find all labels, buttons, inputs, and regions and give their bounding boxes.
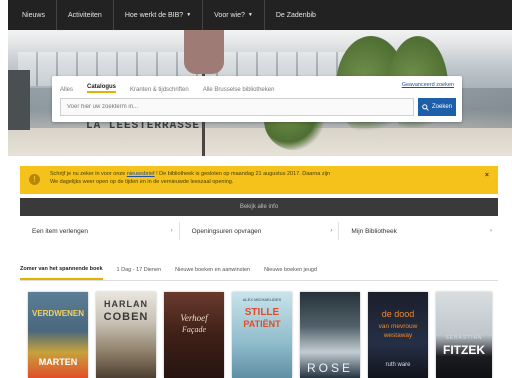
search-tab-catalogus[interactable]: Catalogus [87, 84, 117, 93]
hero-shadow [8, 70, 30, 130]
notice-text: Schrijf je nu zeker in voor onze [50, 171, 126, 177]
book-author: Verhoef [180, 313, 208, 323]
advanced-search-link[interactable]: Geavanceerd zoeken [402, 82, 454, 88]
book-title: Façade [182, 325, 206, 334]
search-tab-alles[interactable]: Alles [60, 87, 73, 93]
search-input[interactable] [60, 98, 414, 116]
notice-banner: ! Schrijf je nu zeker in voor onze nieuw… [20, 166, 498, 194]
book-title: van mevrouw westaway [378, 323, 418, 339]
book-author: ALEX MICHAELIDES [242, 297, 282, 302]
quick-link-label: Mijn Bibliotheek [351, 227, 397, 235]
nav-item-label: Nieuws [22, 11, 45, 19]
top-navigation: Nieuws Activiteiten Hoe werkt de BIB? ▼ V… [8, 0, 512, 30]
search-button[interactable]: Zoeken [418, 98, 456, 116]
nav-item-zadenbib[interactable]: De Zadenbib [276, 0, 327, 30]
search-icon [422, 103, 429, 111]
nav-item-hoe-werkt[interactable]: Hoe werkt de BIB? ▼ [124, 0, 204, 30]
book-title: PATIËNT [243, 319, 281, 329]
hero-parasol [184, 30, 224, 74]
nav-item-label: Hoe werkt de BIB? [124, 11, 184, 19]
more-info-button[interactable]: Bekijk alle info [20, 198, 498, 216]
nav-item-activiteiten[interactable]: Activiteiten [68, 0, 114, 30]
notice-line-2: We dagelijks weer open op de tijden en i… [50, 179, 234, 185]
book-author: MARTEN [38, 357, 78, 367]
book-author: SEBASTIAN [445, 335, 483, 341]
rail-tab-nieuwe-jeugd[interactable]: Nieuwe boeken jeugd [264, 261, 317, 279]
book-title: de dood [381, 309, 415, 319]
newsletter-link[interactable]: nieuwsbrief [127, 171, 155, 177]
book-cover[interactable]: de dood van mevrouw westaway ruth ware [368, 292, 428, 378]
chevron-right-icon: › [170, 228, 173, 234]
caret-down-icon: ▼ [247, 12, 253, 18]
rail-tab-nieuwe-boeken[interactable]: Nieuwe boeken en aanwinsten [175, 261, 250, 279]
rail-tab-zomer[interactable]: Zomer van het spannende boek [20, 260, 103, 280]
quick-link-label: Openingsuren opvragen [191, 227, 262, 235]
info-icon: ! [29, 174, 40, 185]
rail-tab-dag[interactable]: 1 Dag - 17 Dienen [117, 261, 162, 279]
book-title: VERDWENEN [31, 309, 84, 318]
nav-item-label: Voor wie? [214, 11, 245, 19]
nav-item-voor-wie[interactable]: Voor wie? ▼ [214, 0, 265, 30]
search-tab-alle-bibliotheken[interactable]: Alle Brusselse bibliotheken [203, 87, 275, 93]
search-panel: Alles Catalogus Kranten & tijdschriften … [52, 76, 462, 122]
book-title: ROSE [306, 361, 353, 375]
book-cover[interactable]: SEBASTIAN FITZEK [436, 292, 492, 378]
book-author: COBEN [103, 311, 149, 323]
book-author: FITZEK [443, 343, 485, 357]
quick-link-mijn-bibliotheek[interactable]: Mijn Bibliotheek › [339, 222, 498, 240]
chevron-right-icon: › [330, 228, 333, 234]
book-author: HARLAN [104, 299, 148, 309]
nav-item-nieuws[interactable]: Nieuws [22, 0, 57, 30]
quick-link-verlengen[interactable]: Een item verlengen › [20, 222, 179, 240]
caret-down-icon: ▼ [186, 12, 192, 18]
book-title: STILLE [244, 307, 280, 318]
book-author: ruth ware [385, 362, 411, 368]
search-button-label: Zoeken [431, 104, 452, 110]
chevron-right-icon: › [490, 228, 493, 234]
book-cover[interactable]: Verhoef Façade [164, 292, 224, 378]
quick-links: Een item verlengen › Openingsuren opvrage… [20, 222, 498, 240]
book-cover[interactable]: STILLE PATIËNT ALEX MICHAELIDES [232, 292, 292, 378]
quick-link-label: Een item verlengen [32, 227, 89, 235]
book-rail-tabs: Zomer van het spannende boek 1 Dag - 17 … [20, 259, 498, 281]
book-cover[interactable]: HARLAN COBEN [96, 292, 156, 378]
book-cover[interactable]: ROSE [300, 292, 360, 378]
quick-link-openingsuren[interactable]: Openingsuren opvragen › [180, 222, 339, 240]
notice-text: ! De bibliotheek is gesloten op maandag … [156, 171, 331, 177]
search-tabs: Alles Catalogus Kranten & tijdschriften … [60, 81, 288, 93]
book-cover[interactable]: VERDWENEN MARTEN [28, 292, 88, 378]
notice-line-1: Schrijf je nu zeker in voor onze nieuwsb… [50, 170, 472, 178]
nav-item-label: De Zadenbib [275, 11, 316, 19]
nav-item-label: Activiteiten [67, 11, 102, 19]
search-tab-kranten[interactable]: Kranten & tijdschriften [130, 87, 189, 93]
close-icon[interactable]: × [485, 172, 489, 180]
